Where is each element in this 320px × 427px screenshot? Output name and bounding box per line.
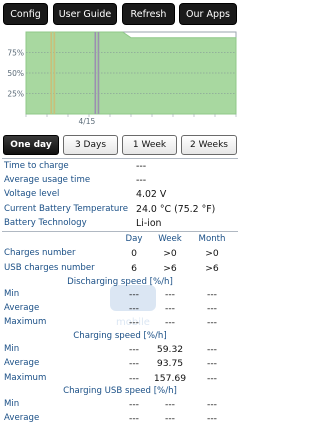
discharging-speed-title: Discharging speed [%/h] <box>67 277 173 287</box>
usb-charges-label: USB charges number <box>4 263 95 273</box>
voltage-row: Voltage level 4.02 V <box>4 189 238 203</box>
stat-day: --- <box>129 373 139 384</box>
column-headers: Day Week Month <box>4 234 238 248</box>
divider <box>2 231 238 232</box>
stat-month: --- <box>207 289 217 300</box>
stat-week: --- <box>165 303 175 314</box>
temperature-value: 24.0 °C (75.2 °F) <box>136 204 216 215</box>
time-to-charge-row: Time to charge --- <box>4 161 238 175</box>
stat-row: Min --- --- --- <box>4 289 238 303</box>
time-to-charge-label: Time to charge <box>4 161 69 171</box>
tab-one-day[interactable]: One day <box>3 135 59 155</box>
battery-chart-svg: 75% 50% 25% 4/15 <box>7 31 237 126</box>
stat-row: Min --- --- --- <box>4 399 238 413</box>
stat-week: --- <box>165 289 175 300</box>
usb-charges-day: 6 <box>131 263 137 274</box>
average-usage-value: --- <box>136 175 147 186</box>
stat-month: --- <box>207 344 217 355</box>
stat-label: Min <box>4 289 20 299</box>
month-column-header: Month <box>198 234 226 244</box>
x-tick-label: 4/15 <box>78 117 95 126</box>
week-column-header: Week <box>158 234 182 244</box>
our-apps-button[interactable]: Our Apps <box>179 3 237 25</box>
stat-row: Maximum --- --- --- <box>4 317 238 331</box>
stat-label: Min <box>4 399 20 409</box>
stat-week: --- <box>165 399 175 410</box>
voltage-label: Voltage level <box>4 189 60 199</box>
stat-label: Average <box>4 358 40 368</box>
technology-value: Li-ion <box>136 218 162 229</box>
charges-number-day: 0 <box>131 248 137 259</box>
charging-usb-speed-title: Charging USB speed [%/h] <box>63 386 177 396</box>
stat-label: Min <box>4 344 20 354</box>
stat-week: 93.75 <box>156 358 184 369</box>
stat-row: Min --- 59.32 --- <box>4 344 238 358</box>
time-to-charge-value: --- <box>136 161 147 172</box>
average-usage-label: Average usage time <box>4 175 91 185</box>
tab-3-days[interactable]: 3 Days <box>63 135 118 155</box>
stat-day: --- <box>129 344 139 355</box>
stat-row: Average --- 93.75 --- <box>4 358 238 372</box>
stat-week: --- <box>165 413 175 424</box>
charges-number-label: Charges number <box>4 248 76 258</box>
stat-day: --- <box>129 303 139 314</box>
day-column-header: Day <box>125 234 143 244</box>
user-guide-button[interactable]: User Guide <box>53 3 117 25</box>
stat-month: --- <box>207 399 217 410</box>
stat-day: --- <box>129 317 139 328</box>
config-button[interactable]: Config <box>3 3 48 25</box>
stat-month: --- <box>207 413 217 424</box>
battery-level-chart: 75% 50% 25% 4/15 <box>2 30 238 128</box>
tab-2-weeks[interactable]: 2 Weeks <box>181 135 237 155</box>
stat-row: Average --- --- --- <box>4 303 238 317</box>
usb-charges-month: >6 <box>205 263 219 274</box>
top-toolbar: Config User Guide Refresh Our Apps <box>0 0 240 32</box>
average-usage-row: Average usage time --- <box>4 175 238 189</box>
stat-row: Average --- --- --- <box>4 413 238 427</box>
technology-label: Battery Technology <box>4 218 87 228</box>
stat-label: Average <box>4 303 40 313</box>
stat-week: 157.69 <box>153 373 187 384</box>
charges-number-row: Charges number 0 >0 >0 <box>4 248 238 262</box>
y-tick-label: 25% <box>7 90 24 99</box>
charges-number-month: >0 <box>205 248 219 259</box>
stat-day: --- <box>129 413 139 424</box>
stat-month: --- <box>207 303 217 314</box>
charges-number-week: >0 <box>163 248 177 259</box>
stat-label: Average <box>4 413 40 423</box>
usb-charges-row: USB charges number 6 >6 >6 <box>4 263 238 277</box>
charging-speed-title: Charging speed [%/h] <box>73 331 167 341</box>
usb-charges-week: >6 <box>163 263 177 274</box>
voltage-value: 4.02 V <box>136 189 167 200</box>
temperature-row: Current Battery Temperature 24.0 °C (75.… <box>4 204 238 218</box>
temperature-label: Current Battery Temperature <box>4 204 128 214</box>
stat-label: Maximum <box>4 317 47 327</box>
stat-week: --- <box>165 317 175 328</box>
stat-day: --- <box>129 399 139 410</box>
y-tick-label: 50% <box>7 69 24 78</box>
stat-month: --- <box>207 373 217 384</box>
refresh-button[interactable]: Refresh <box>122 3 175 25</box>
technology-row: Battery Technology Li-ion <box>4 218 238 232</box>
stat-day: --- <box>129 289 139 300</box>
stat-day: --- <box>129 358 139 369</box>
divider <box>2 158 238 159</box>
y-tick-label: 75% <box>7 49 24 58</box>
stat-label: Maximum <box>4 373 47 383</box>
stat-month: --- <box>207 358 217 369</box>
tab-1-week[interactable]: 1 Week <box>122 135 177 155</box>
stat-month: --- <box>207 317 217 328</box>
stat-week: 59.32 <box>156 344 184 355</box>
stat-row: Maximum --- 157.69 --- <box>4 373 238 387</box>
